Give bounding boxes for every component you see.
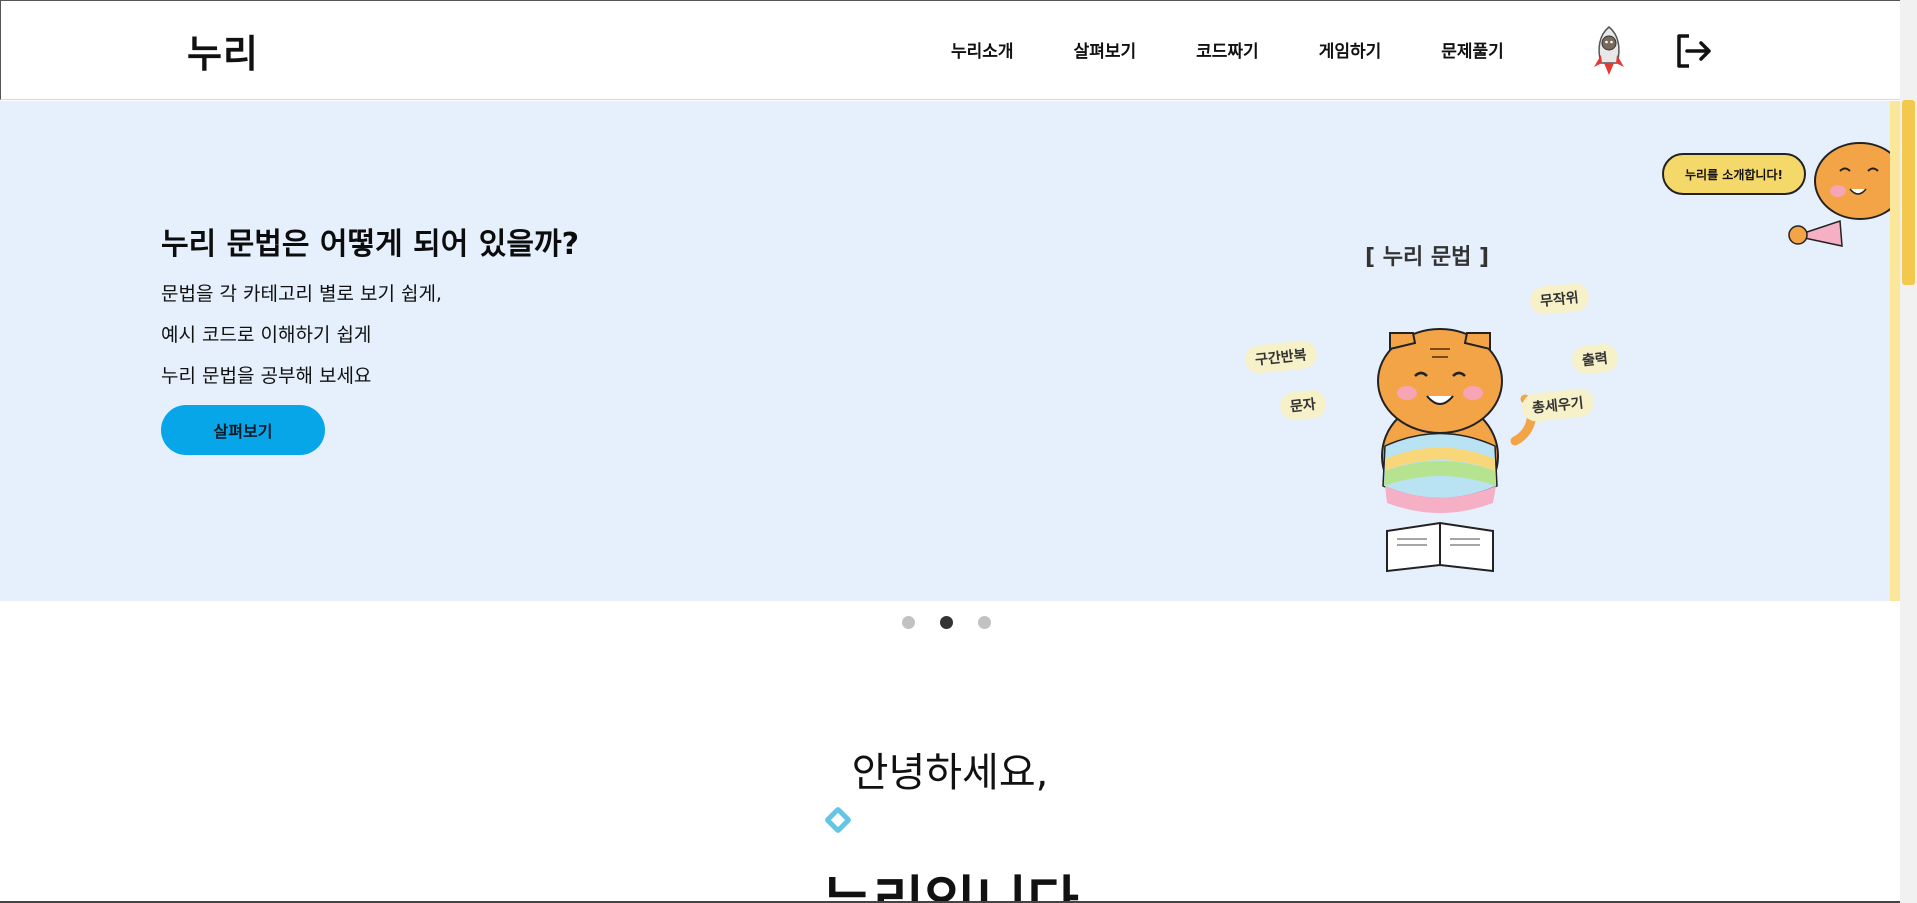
- hero-banner: 누리 문법은 어떻게 되어 있을까? 문법을 각 카테고리 별로 보기 쉽게, …: [0, 101, 1900, 601]
- carousel-indicators: [902, 616, 991, 629]
- top-navigation-bar: 누리 누리소개 살펴보기 코드짜기 게임하기 문제풀기: [0, 0, 1900, 100]
- corner-tiger-mascot: [1788, 142, 1900, 247]
- banner-line-2: 예시 코드로 이해하기 쉽게: [161, 324, 372, 346]
- nav-item-code[interactable]: 코드짜기: [1196, 37, 1259, 62]
- scrollbar-thumb[interactable]: [1902, 100, 1915, 285]
- banner-title: 누리 문법은 어떻게 되어 있을까?: [161, 227, 579, 262]
- nav-item-browse[interactable]: 살펴보기: [1074, 37, 1137, 62]
- diamond-decoration-icon: [823, 805, 853, 835]
- carousel-dot-1[interactable]: [902, 616, 915, 629]
- greeting-line-2: 누리입니다: [0, 858, 1900, 903]
- tiger-reading-illustration: [1377, 328, 1537, 573]
- banner-edge-strip: [1890, 101, 1900, 601]
- illustration-title: [ 누리 문법 ]: [1365, 245, 1490, 270]
- logout-icon[interactable]: [1673, 31, 1713, 71]
- nav-item-about[interactable]: 누리소개: [951, 37, 1014, 62]
- nav-item-game[interactable]: 게임하기: [1319, 37, 1382, 62]
- vertical-scrollbar[interactable]: [1900, 0, 1917, 903]
- carousel-dot-2[interactable]: [940, 616, 953, 629]
- carousel-dot-3[interactable]: [978, 616, 991, 629]
- nuri-logo[interactable]: 누리: [187, 23, 259, 78]
- nav-item-quiz[interactable]: 문제풀기: [1441, 37, 1504, 62]
- banner-line-1: 문법을 각 카테고리 별로 보기 쉽게,: [161, 283, 442, 305]
- greeting-line-1: 안녕하세요,: [851, 750, 1049, 796]
- main-nav: 누리소개 살펴보기 코드짜기 게임하기 문제풀기: [951, 37, 1564, 62]
- banner-line-3: 누리 문법을 공부해 보세요: [161, 365, 372, 387]
- rocket-icon[interactable]: [1591, 25, 1627, 77]
- browse-button[interactable]: 살펴보기: [161, 405, 325, 455]
